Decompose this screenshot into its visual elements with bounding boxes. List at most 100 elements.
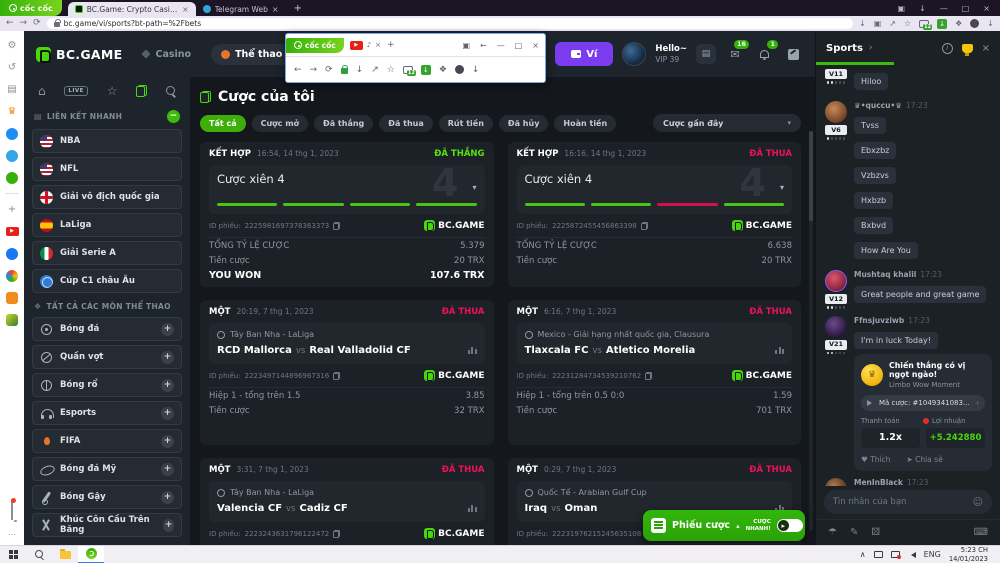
expand-caret-icon[interactable]: ▾ bbox=[472, 183, 476, 192]
quicklink-nba[interactable]: NBA bbox=[32, 129, 182, 153]
tab-casino[interactable]: Casino bbox=[132, 44, 201, 65]
match-box[interactable]: Mexico - Giải hạng nhất quốc gia, Clausu… bbox=[517, 323, 793, 364]
messenger-icon[interactable] bbox=[6, 128, 18, 140]
reload-button[interactable]: ⟳ bbox=[33, 19, 41, 28]
maximize-button[interactable]: □ bbox=[962, 4, 970, 13]
language-indicator[interactable]: ENG bbox=[924, 550, 941, 559]
expand-icon[interactable]: + bbox=[161, 435, 174, 448]
combo-box[interactable]: Cược xiên 4 4 ▾ bbox=[517, 165, 793, 214]
minimize-button[interactable]: — bbox=[940, 4, 948, 13]
match-box[interactable]: Tây Ban Nha - LaLiga Valencia CF vs Cadi… bbox=[209, 481, 485, 522]
chat-close-icon[interactable]: × bbox=[982, 43, 990, 54]
avatar[interactable] bbox=[825, 316, 847, 338]
tab-sports[interactable]: Thể thao bbox=[211, 44, 292, 65]
emoji-icon[interactable]: ☺ bbox=[973, 497, 983, 508]
info-icon[interactable]: i bbox=[942, 43, 953, 54]
volume-icon[interactable] bbox=[908, 552, 916, 558]
popup-tab-youtube[interactable]: ▶ ♪ × bbox=[350, 41, 381, 50]
sport-soccer[interactable]: Bóng đá+ bbox=[32, 317, 182, 341]
screenshot-icon[interactable]: ▣ bbox=[897, 4, 905, 13]
share-button[interactable]: ➤ Chia sẻ bbox=[906, 455, 942, 464]
tab-close-icon[interactable]: × bbox=[182, 5, 189, 14]
copy-icon[interactable] bbox=[641, 222, 648, 230]
translate-icon[interactable]: ▣ bbox=[874, 19, 882, 28]
my-bets-icon[interactable] bbox=[136, 85, 147, 97]
back-button[interactable]: ← bbox=[6, 19, 14, 28]
download-button[interactable]: ↓ bbox=[937, 19, 947, 29]
collapse-button[interactable]: − bbox=[167, 110, 180, 123]
match-stats-icon[interactable] bbox=[775, 347, 784, 354]
profile-avatar-icon[interactable] bbox=[455, 65, 464, 74]
tab-close-icon[interactable]: × bbox=[272, 5, 279, 14]
download-button[interactable]: ↓ bbox=[421, 65, 431, 75]
quicklink-serie-a[interactable]: Giải Serie A bbox=[32, 241, 182, 265]
copy-icon[interactable] bbox=[333, 530, 340, 538]
facebook-icon[interactable] bbox=[6, 248, 18, 260]
match-stats-icon[interactable] bbox=[468, 347, 477, 354]
coccoc-taskbar-button[interactable] bbox=[78, 546, 104, 563]
favorites-icon[interactable]: ☆ bbox=[107, 85, 118, 97]
extensions-icon[interactable]: ❖ bbox=[439, 65, 447, 75]
reload-button[interactable]: ⟳ bbox=[325, 65, 333, 75]
sport-cricket[interactable]: Bóng Gậy+ bbox=[32, 485, 182, 509]
sport-basketball[interactable]: Bóng rổ+ bbox=[32, 373, 182, 397]
expand-caret-icon[interactable]: ▾ bbox=[780, 183, 784, 192]
rewards-crown-icon[interactable]: ♛ bbox=[6, 105, 19, 118]
quick-bet-toggle[interactable] bbox=[777, 519, 803, 532]
filter-cashout[interactable]: Rút tiền bbox=[439, 115, 493, 132]
settings-icon[interactable]: ⚙ bbox=[6, 39, 19, 52]
filter-won[interactable]: Đã thắng bbox=[314, 115, 373, 132]
pop-back-icon[interactable]: ← bbox=[480, 41, 487, 50]
bet-code-pill[interactable]: Mã cược: #1049341083... › bbox=[861, 395, 985, 411]
bet-card[interactable]: KẾT HỢP 16:16, 14 thg 1, 2023 ĐÃ THUA Cư… bbox=[508, 142, 802, 287]
sport-tennis[interactable]: Quần vợt+ bbox=[32, 345, 182, 369]
inbox-button[interactable]: ✉ 16 bbox=[725, 44, 745, 64]
filter-all[interactable]: Tất cả bbox=[200, 115, 246, 132]
extensions-icon[interactable]: ❖ bbox=[955, 19, 962, 28]
quicklink-nfl[interactable]: NFL bbox=[32, 157, 182, 181]
chat-message-input[interactable] bbox=[833, 497, 973, 507]
chat-username[interactable]: ♛•quccu•♛ bbox=[854, 101, 902, 110]
games-icon[interactable] bbox=[6, 172, 18, 184]
chevron-right-icon[interactable]: › bbox=[869, 43, 873, 53]
expand-icon[interactable]: + bbox=[161, 323, 174, 336]
taskbar-search-button[interactable] bbox=[26, 546, 52, 563]
downloads-tray-icon[interactable]: ↓ bbox=[987, 19, 994, 28]
filter-cancelled[interactable]: Đã hủy bbox=[499, 115, 549, 132]
rain-rewards-icon[interactable]: ☂ bbox=[828, 527, 837, 538]
avatar[interactable] bbox=[825, 101, 847, 123]
tab-telegram[interactable]: Telegram Web × bbox=[196, 2, 286, 16]
trophy-icon[interactable] bbox=[962, 44, 973, 53]
chat-rules-icon[interactable]: ✎ bbox=[850, 527, 858, 538]
bet-card[interactable]: MỘT 6:16, 7 thg 1, 2023 ĐÃ THUA Mexico -… bbox=[508, 300, 802, 445]
forward-button[interactable]: → bbox=[20, 19, 28, 28]
images-downloader-icon[interactable]: 12 bbox=[919, 20, 929, 28]
youtube-icon[interactable]: ▶ bbox=[6, 227, 19, 236]
copy-icon[interactable] bbox=[333, 222, 340, 230]
app-colorful-icon[interactable] bbox=[6, 270, 18, 282]
combo-box[interactable]: Cược xiên 4 4 ▾ bbox=[209, 165, 485, 214]
back-button[interactable]: ← bbox=[294, 65, 302, 75]
new-tab-button[interactable]: + bbox=[387, 40, 395, 50]
save-page-icon[interactable]: ↓ bbox=[356, 65, 364, 75]
maximize-button[interactable]: □ bbox=[515, 41, 523, 50]
sport-esports[interactable]: Esports+ bbox=[32, 401, 182, 425]
quicklink-champions-league[interactable]: Cúp C1 châu Âu bbox=[32, 269, 182, 293]
new-tab-button[interactable]: + bbox=[286, 0, 310, 16]
notifications-bell[interactable] bbox=[11, 500, 13, 519]
expand-icon[interactable]: + bbox=[163, 519, 174, 532]
bookmark-star-icon[interactable]: ☆ bbox=[904, 19, 911, 28]
expand-icon[interactable]: + bbox=[161, 379, 174, 392]
tab-close-icon[interactable]: × bbox=[375, 41, 381, 49]
chat-username[interactable]: MenInBlack bbox=[854, 478, 903, 486]
tray-expand-icon[interactable]: ∧ bbox=[860, 550, 866, 559]
chat-username[interactable]: Ffnsjuvziwb bbox=[854, 316, 904, 325]
bcgame-logo[interactable]: BC.GAME bbox=[36, 47, 122, 62]
filter-lost[interactable]: Đã thua bbox=[379, 115, 433, 132]
copy-icon[interactable] bbox=[645, 372, 652, 380]
like-button[interactable]: ♥ Thích bbox=[861, 455, 890, 464]
copy-icon[interactable] bbox=[333, 372, 340, 380]
minimize-button[interactable]: — bbox=[497, 41, 505, 50]
notifications-button[interactable]: 1 bbox=[754, 44, 774, 64]
shared-win-card[interactable]: ♛ Chiến thắng có vị ngọt ngào! Limbo Wow… bbox=[854, 354, 992, 471]
